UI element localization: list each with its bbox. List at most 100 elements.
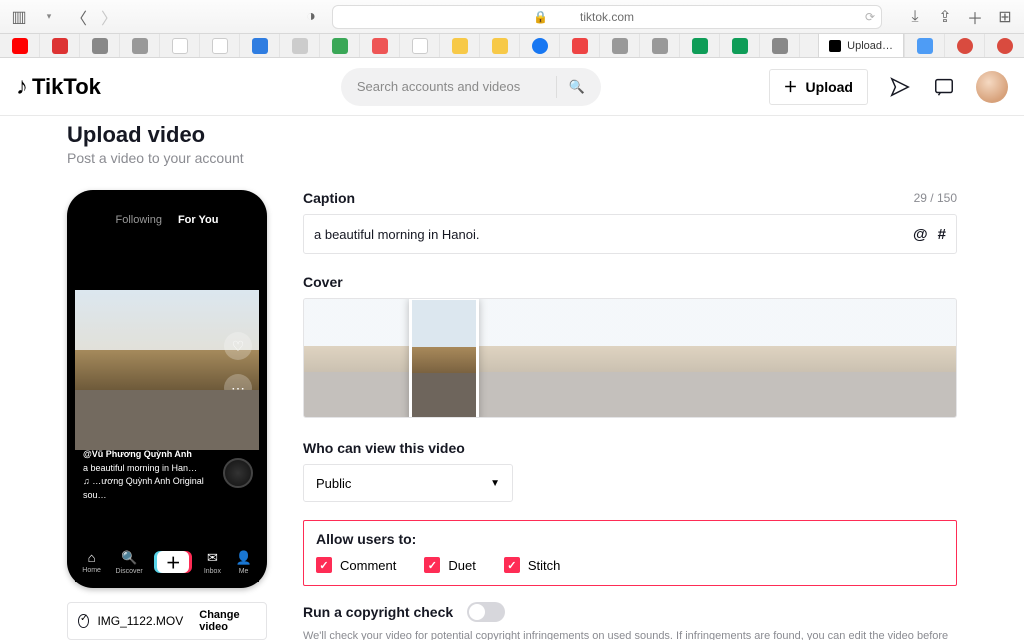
- share-arrow-icon[interactable]: ➦: [224, 416, 252, 444]
- back-icon[interactable]: 〈: [70, 8, 88, 26]
- address-host: tiktok.com: [580, 10, 634, 24]
- favicon-g2[interactable]: [760, 34, 800, 57]
- favicon-play[interactable]: [360, 34, 400, 57]
- preview-music: …ương Quỳnh Anh Original sou…: [83, 475, 215, 502]
- tiktok-logo[interactable]: ♪ TikTok: [16, 73, 101, 101]
- page-title: Upload video: [67, 122, 957, 148]
- tab-strip: Upload…: [0, 34, 1024, 58]
- caption-value: a beautiful morning in Hanoi.: [314, 227, 903, 242]
- avatar[interactable]: [976, 71, 1008, 103]
- favicon-p[interactable]: [640, 34, 680, 57]
- reload-icon[interactable]: ⟳: [865, 10, 875, 24]
- sidebar-icon[interactable]: ▥: [10, 8, 28, 26]
- nav-inbox[interactable]: ✉Inbox: [204, 550, 221, 575]
- shield-icon[interactable]: ◑: [302, 8, 320, 26]
- copyright-label: Run a copyright check: [303, 604, 453, 620]
- phone-tab-following[interactable]: Following: [115, 214, 161, 226]
- favicon-drive2[interactable]: [480, 34, 520, 57]
- downloads-icon[interactable]: ⤓: [906, 8, 924, 26]
- favicon-star[interactable]: [280, 34, 320, 57]
- check-icon: ✓: [424, 557, 440, 573]
- copyright-toggle[interactable]: [467, 602, 505, 622]
- tiktok-favicon: [829, 40, 841, 52]
- favicon-green[interactable]: [320, 34, 360, 57]
- active-tab-label: Upload…: [847, 40, 893, 52]
- allow-users-section: Allow users to: ✓ Comment ✓ Duet ✓ Stitc: [303, 520, 957, 586]
- tiktok-header: ♪ TikTok Search accounts and videos 🔍 ＋ …: [0, 58, 1024, 116]
- phone-preview: Following For You ♡ ⋯ ➦ @Vũ Phương Quỳnh…: [67, 190, 267, 588]
- visibility-select[interactable]: Public ▼: [303, 464, 513, 502]
- preview-caption: a beautiful morning in Han…: [83, 462, 215, 476]
- video-preview: ♡ ⋯ ➦ @Vũ Phương Quỳnh Anh a beautiful m…: [75, 232, 259, 542]
- change-video-button[interactable]: Change video: [199, 609, 256, 633]
- favicon-g1[interactable]: [80, 34, 120, 57]
- forward-icon: 〉: [100, 8, 118, 26]
- comment-bubble-icon[interactable]: ⋯: [224, 374, 252, 402]
- page: Upload video Post a video to your accoun…: [0, 116, 1024, 640]
- favicon-v[interactable]: [200, 34, 240, 57]
- preview-username: @Vũ Phương Quỳnh Anh: [83, 448, 215, 462]
- cover-selected-frame[interactable]: [409, 298, 479, 418]
- phone-bottom-nav: ⌂Home 🔍Discover ＋ ✉Inbox 👤Me: [75, 542, 259, 582]
- favicon-sheets1[interactable]: [680, 34, 720, 57]
- favicon-fb[interactable]: [520, 34, 560, 57]
- tabs-overview-icon[interactable]: ⊞: [996, 8, 1014, 26]
- file-chip: IMG_1122.MOV Change video: [67, 602, 267, 640]
- active-tab[interactable]: Upload…: [818, 34, 904, 57]
- checkbox-stitch[interactable]: ✓ Stitch: [504, 557, 561, 573]
- new-tab-icon[interactable]: ＋: [966, 8, 984, 26]
- inbox-icon[interactable]: [932, 75, 956, 99]
- nav-discover[interactable]: 🔍Discover: [116, 550, 143, 575]
- cover-label: Cover: [303, 274, 957, 290]
- cover-selector[interactable]: [303, 298, 957, 418]
- page-subtitle: Post a video to your account: [67, 150, 957, 166]
- phone-tab-for-you[interactable]: For You: [178, 214, 219, 226]
- favicon-drive1[interactable]: [440, 34, 480, 57]
- favicon-translate[interactable]: [904, 34, 944, 57]
- mention-icon[interactable]: @: [913, 226, 928, 243]
- caption-input[interactable]: a beautiful morning in Hanoi. @ #: [303, 214, 957, 254]
- check-circle-icon: [78, 614, 89, 628]
- favicon-youtube[interactable]: [0, 34, 40, 57]
- favicon-sheets2[interactable]: [720, 34, 760, 57]
- upload-button[interactable]: ＋ Upload: [769, 69, 868, 105]
- toolbar-dropdown-icon[interactable]: ▾: [40, 8, 58, 26]
- favicon-wiki[interactable]: [160, 34, 200, 57]
- caption-label: Caption 29 / 150: [303, 190, 957, 206]
- allow-label: Allow users to:: [316, 531, 944, 547]
- share-icon[interactable]: ⇪: [936, 8, 954, 26]
- tiktok-note-icon: ♪: [16, 73, 28, 101]
- favicon-a[interactable]: [400, 34, 440, 57]
- search-input[interactable]: Search accounts and videos 🔍: [341, 68, 601, 106]
- nav-me[interactable]: 👤Me: [236, 550, 252, 575]
- search-separator: [556, 76, 557, 98]
- favicon-b[interactable]: [120, 34, 160, 57]
- favicon-w[interactable]: [600, 34, 640, 57]
- chevron-down-icon: ▼: [490, 478, 500, 489]
- search-placeholder: Search accounts and videos: [357, 79, 520, 94]
- search-icon[interactable]: 🔍: [569, 79, 585, 95]
- visibility-label: Who can view this video: [303, 440, 957, 456]
- like-icon[interactable]: ♡: [224, 332, 252, 360]
- favicon-wp1[interactable]: [944, 34, 984, 57]
- nav-home[interactable]: ⌂Home: [82, 550, 101, 574]
- copyright-description: We'll check your video for potential cop…: [303, 628, 957, 640]
- favicon-flame[interactable]: [560, 34, 600, 57]
- address-bar[interactable]: 🔒 tiktok.com ⟳: [332, 5, 882, 29]
- favicon-wp2[interactable]: [984, 34, 1024, 57]
- tiktok-brand: TikTok: [32, 74, 101, 100]
- nav-create[interactable]: ＋: [157, 551, 189, 573]
- checkbox-duet[interactable]: ✓ Duet: [424, 557, 475, 573]
- send-icon[interactable]: [888, 75, 912, 99]
- favicon-red[interactable]: [40, 34, 80, 57]
- check-icon: ✓: [504, 557, 520, 573]
- music-disc-icon[interactable]: [223, 458, 253, 488]
- safari-toolbar: ▥ ▾ 〈 〉 ◑ 🔒 tiktok.com ⟳ ⤓ ⇪ ＋ ⊞: [0, 0, 1024, 34]
- check-icon: ✓: [316, 557, 332, 573]
- lock-icon: 🔒: [533, 10, 548, 24]
- checkbox-comment[interactable]: ✓ Comment: [316, 557, 396, 573]
- upload-label: Upload: [806, 79, 853, 95]
- visibility-value: Public: [316, 476, 351, 491]
- favicon-s[interactable]: [240, 34, 280, 57]
- hashtag-icon[interactable]: #: [938, 226, 946, 243]
